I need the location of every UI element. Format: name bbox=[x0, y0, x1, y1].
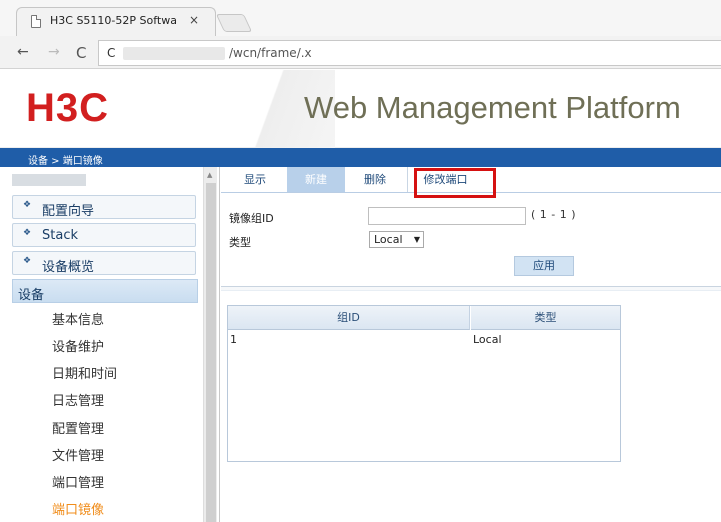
highlight-annotation bbox=[414, 168, 496, 198]
main-content: 显示 新建 删除 修改端口 镜像组ID ( 1 - 1 ) 类型 Local ▼… bbox=[221, 167, 721, 522]
page-title: Web Management Platform bbox=[304, 90, 681, 125]
chevron-down-icon: ▼ bbox=[413, 235, 420, 244]
browser-tab-strip: H3C S5110-52P Softwa × bbox=[0, 0, 721, 36]
browser-tab[interactable]: H3C S5110-52P Softwa × bbox=[16, 7, 216, 36]
diamond-icon: ❖ bbox=[23, 200, 32, 210]
tab-display[interactable]: 显示 bbox=[227, 167, 283, 192]
sidebar-group-label: Stack bbox=[42, 228, 78, 243]
url-prefix: C bbox=[107, 46, 116, 60]
sidebar-item-log[interactable]: 日志管理 bbox=[52, 390, 104, 409]
table-header-type[interactable]: 类型 bbox=[471, 306, 620, 330]
sidebar-group-overview[interactable]: ❖ 设备概览 bbox=[12, 251, 196, 275]
redacted-host bbox=[123, 47, 225, 60]
sidebar-item-maintenance[interactable]: 设备维护 bbox=[52, 336, 104, 355]
scrollbar-thumb[interactable] bbox=[206, 183, 216, 522]
type-label: 类型 bbox=[229, 236, 251, 249]
sidebar-active-label: 设备 bbox=[18, 288, 45, 303]
browser-window: H3C S5110-52P Softwa × ← → C C /wcn/fram… bbox=[0, 0, 721, 522]
new-tab-button[interactable] bbox=[215, 14, 253, 32]
page-icon bbox=[31, 15, 41, 28]
type-select[interactable]: Local ▼ bbox=[369, 231, 424, 248]
sidebar-scrollbar[interactable]: ▲ bbox=[203, 167, 217, 522]
close-icon[interactable]: × bbox=[189, 13, 199, 27]
table-cell-type: Local bbox=[473, 333, 502, 346]
table-header-group-id[interactable]: 组ID bbox=[228, 306, 470, 330]
type-select-value: Local bbox=[374, 233, 403, 246]
forward-arrow-icon[interactable]: → bbox=[48, 44, 60, 60]
address-bar[interactable]: C /wcn/frame/.x bbox=[98, 40, 721, 66]
page-header: H3C Web Management Platform bbox=[0, 70, 721, 148]
sidebar-item-port-mirroring[interactable]: 端口镜像 bbox=[52, 499, 104, 518]
reload-icon[interactable]: C bbox=[76, 44, 86, 62]
sidebar-group-label: 配置向导 bbox=[42, 204, 95, 219]
sidebar: ❖ 配置向导 ❖ Stack ❖ 设备概览 设备 基本信息 设备维护 日期和时间… bbox=[0, 167, 220, 522]
diamond-icon: ❖ bbox=[23, 228, 32, 238]
sidebar-group-stack[interactable]: ❖ Stack bbox=[12, 223, 196, 247]
range-hint: ( 1 - 1 ) bbox=[531, 208, 577, 221]
sidebar-item-basic-info[interactable]: 基本信息 bbox=[52, 309, 104, 328]
sidebar-item-date-time[interactable]: 日期和时间 bbox=[52, 363, 117, 382]
sidebar-group-label: 设备概览 bbox=[42, 260, 95, 275]
mirror-group-table: 组ID 类型 1 Local bbox=[227, 305, 621, 462]
browser-tab-title: H3C S5110-52P Softwa bbox=[50, 14, 177, 27]
sidebar-group-wizard[interactable]: ❖ 配置向导 bbox=[12, 195, 196, 219]
apply-button[interactable]: 应用 bbox=[514, 256, 574, 276]
back-arrow-icon[interactable]: ← bbox=[17, 44, 29, 60]
diamond-icon: ❖ bbox=[23, 256, 32, 266]
sidebar-item-files[interactable]: 文件管理 bbox=[52, 445, 104, 464]
breadcrumb: 设备 > 端口镜像 bbox=[28, 156, 103, 167]
browser-toolbar: ← → C C /wcn/frame/.x bbox=[0, 36, 721, 69]
h3c-logo: H3C bbox=[26, 86, 110, 130]
tab-delete[interactable]: 删除 bbox=[347, 167, 403, 192]
sidebar-group-device[interactable]: 设备 bbox=[12, 279, 198, 303]
breadcrumb-bar: 设备 > 端口镜像 bbox=[0, 148, 721, 167]
redacted-user bbox=[12, 174, 86, 186]
group-id-label: 镜像组ID bbox=[229, 212, 274, 225]
group-id-input[interactable] bbox=[368, 207, 526, 225]
scroll-up-icon[interactable]: ▲ bbox=[207, 171, 212, 179]
tab-new[interactable]: 新建 bbox=[287, 167, 345, 192]
sidebar-item-config[interactable]: 配置管理 bbox=[52, 418, 104, 437]
sidebar-item-ports[interactable]: 端口管理 bbox=[52, 472, 104, 491]
table-cell-group-id: 1 bbox=[230, 333, 237, 346]
divider bbox=[221, 286, 721, 291]
url-path: /wcn/frame/.x bbox=[229, 46, 312, 60]
